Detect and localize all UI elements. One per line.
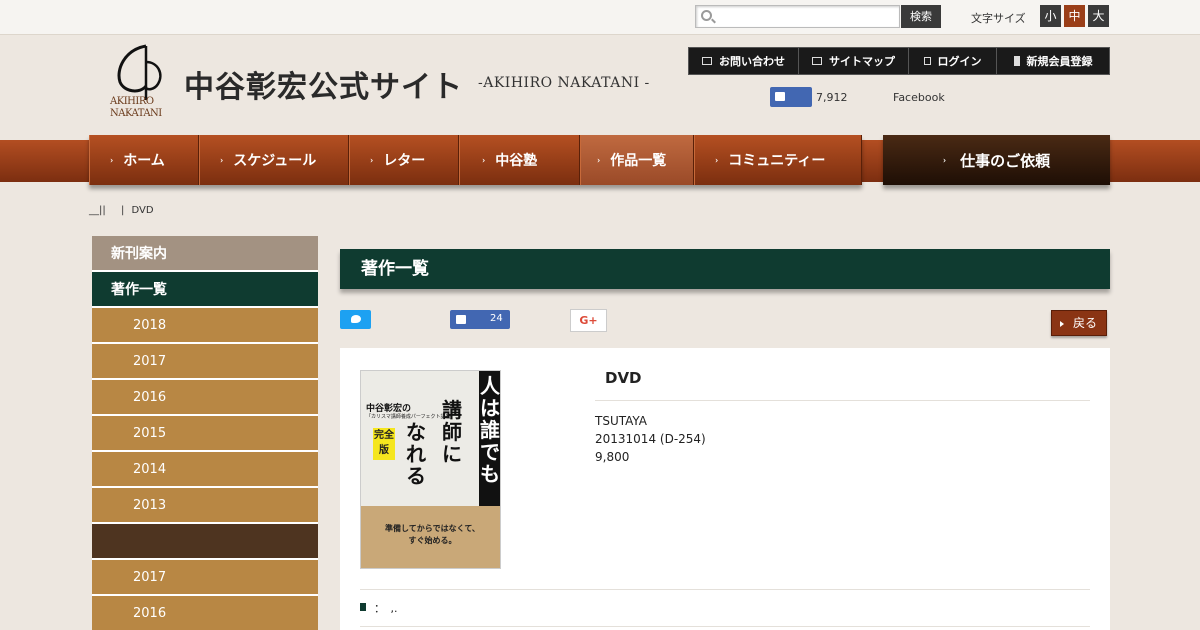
cover-tagline: 準備してからではなくて、 すぐ始める。 — [385, 523, 480, 545]
sidebar-item-works[interactable]: 著作一覧 — [92, 272, 318, 308]
product-cover-image[interactable]: 中谷彰宏の 「カリスマ講師養成パーフェクト講座」 完全版 なれる 講師に 人は誰… — [360, 370, 501, 569]
product-release: 20131014 (D-254) — [595, 432, 706, 446]
google-plus-button[interactable]: G+ — [570, 309, 607, 332]
breadcrumb-home[interactable]: __|| — [89, 205, 106, 216]
facebook-like-button[interactable] — [770, 87, 812, 107]
chevron-right-icon: › — [482, 155, 486, 165]
register-link[interactable]: 新規会員登録 — [997, 48, 1109, 74]
search-box[interactable] — [695, 5, 900, 28]
contact-link[interactable]: お問い合わせ — [689, 48, 799, 74]
breadcrumb: __|| | DVD — [89, 205, 154, 216]
back-button[interactable]: 戻る — [1051, 310, 1107, 336]
chevron-right-icon: › — [370, 155, 374, 165]
nav-schedule[interactable]: › スケジュール — [199, 135, 349, 185]
nav-community[interactable]: › コミュニティー — [694, 135, 862, 185]
mail-icon — [702, 57, 712, 65]
lock-icon — [923, 57, 931, 65]
product-panel: 中谷彰宏の 「カリスマ講師養成パーフェクト講座」 完全版 なれる 講師に 人は誰… — [340, 348, 1110, 630]
sidebar-item-new-releases[interactable]: 新刊案内 — [92, 236, 318, 272]
sidebar-item-year[interactable]: 2017 — [92, 344, 318, 380]
site-subtitle: -AKIHIRO NAKATANI - — [478, 75, 650, 91]
top-utility-bar: 検索 文字サイズ 小 中 大 — [0, 0, 1200, 35]
sidebar-item-year[interactable]: 2013 — [92, 488, 318, 524]
product-info: TSUTAYA 20131014 (D-254) 9,800 — [595, 412, 706, 466]
font-size-label: 文字サイズ — [971, 12, 1026, 25]
product-title: DVD — [605, 369, 642, 387]
font-size-small-button[interactable]: 小 — [1040, 5, 1061, 27]
cover-col-left: なれる — [406, 420, 426, 488]
cover-ban: 完全版 — [373, 428, 395, 460]
logo-text: AKIHIRO NAKATANI — [110, 96, 162, 119]
sidebar-item-year[interactable]: 2015 — [92, 416, 318, 452]
like-count: 24 — [490, 313, 503, 324]
nav-letter[interactable]: › レター — [349, 135, 459, 185]
sidebar-item-year[interactable]: 2018 — [92, 308, 318, 344]
facebook-label[interactable]: Facebook — [893, 91, 945, 104]
chevron-right-icon: › — [715, 155, 719, 165]
utility-links: お問い合わせ サイトマップ ログイン 新規会員登録 — [688, 47, 1110, 75]
sitemap-link[interactable]: サイトマップ — [799, 48, 909, 74]
cover-col-mid: 講師に — [442, 398, 462, 466]
product-note: ： ,. — [374, 602, 398, 615]
breadcrumb-separator: | — [120, 205, 125, 216]
facebook-like-count: 7,912 — [816, 91, 848, 104]
cover-bottom-band: 準備してからではなくて、 すぐ始める。 — [361, 506, 500, 568]
nav-juku[interactable]: › 中谷塾 — [459, 135, 580, 185]
nav-works[interactable]: › 作品一覧 — [580, 135, 694, 185]
chevron-right-icon: › — [597, 155, 601, 165]
thumbs-up-icon — [456, 315, 466, 324]
main-nav: › ホーム › スケジュール › レター › 中谷塾 › 作品一覧 › コミュニティー — [89, 135, 862, 185]
bookmark-icon — [1013, 56, 1020, 66]
site-title[interactable]: 中谷彰宏公式サイト — [184, 62, 463, 106]
login-link[interactable]: ログイン — [909, 48, 997, 74]
chevron-right-icon: › — [220, 155, 224, 165]
font-size-large-button[interactable]: 大 — [1088, 5, 1109, 27]
sidebar-category-header[interactable] — [92, 524, 318, 560]
product-publisher: TSUTAYA — [595, 414, 648, 428]
cover-left-panel: 中谷彰宏の 「カリスマ講師養成パーフェクト講座」 完全版 なれる 講師に — [361, 371, 479, 506]
breadcrumb-current: DVD — [131, 205, 154, 216]
bookmark-icon — [360, 603, 366, 611]
sidebar-item-year[interactable]: 2017 — [92, 560, 318, 596]
nav-work-request[interactable]: › 仕事のご依頼 — [883, 135, 1110, 185]
search-input[interactable] — [716, 8, 896, 25]
cover-col-black: 人は誰でも — [480, 374, 500, 486]
sidebar-item-year[interactable]: 2016 — [92, 380, 318, 416]
monitor-icon — [812, 57, 822, 65]
divider — [595, 400, 1090, 401]
divider — [360, 589, 1090, 590]
search-icon — [701, 10, 712, 21]
sidebar-item-year[interactable]: 2014 — [92, 452, 318, 488]
page-heading: 著作一覧 — [340, 249, 1110, 289]
product-price: 9,800 — [595, 450, 630, 464]
cover-black-strip: 人は誰でも — [479, 371, 500, 506]
font-size-medium-button[interactable]: 中 — [1064, 5, 1085, 27]
divider — [360, 626, 1090, 627]
search-button[interactable]: 検索 — [901, 5, 941, 28]
twitter-share-button[interactable] — [340, 310, 371, 329]
chevron-right-icon: › — [942, 155, 947, 165]
thumbs-up-icon — [775, 92, 785, 101]
sidebar: 新刊案内 著作一覧 2018 2017 2016 2015 2014 2013 … — [92, 236, 318, 630]
nav-home[interactable]: › ホーム — [89, 135, 199, 185]
chevron-right-icon: › — [110, 155, 114, 165]
sidebar-item-year[interactable]: 2016 — [92, 596, 318, 630]
